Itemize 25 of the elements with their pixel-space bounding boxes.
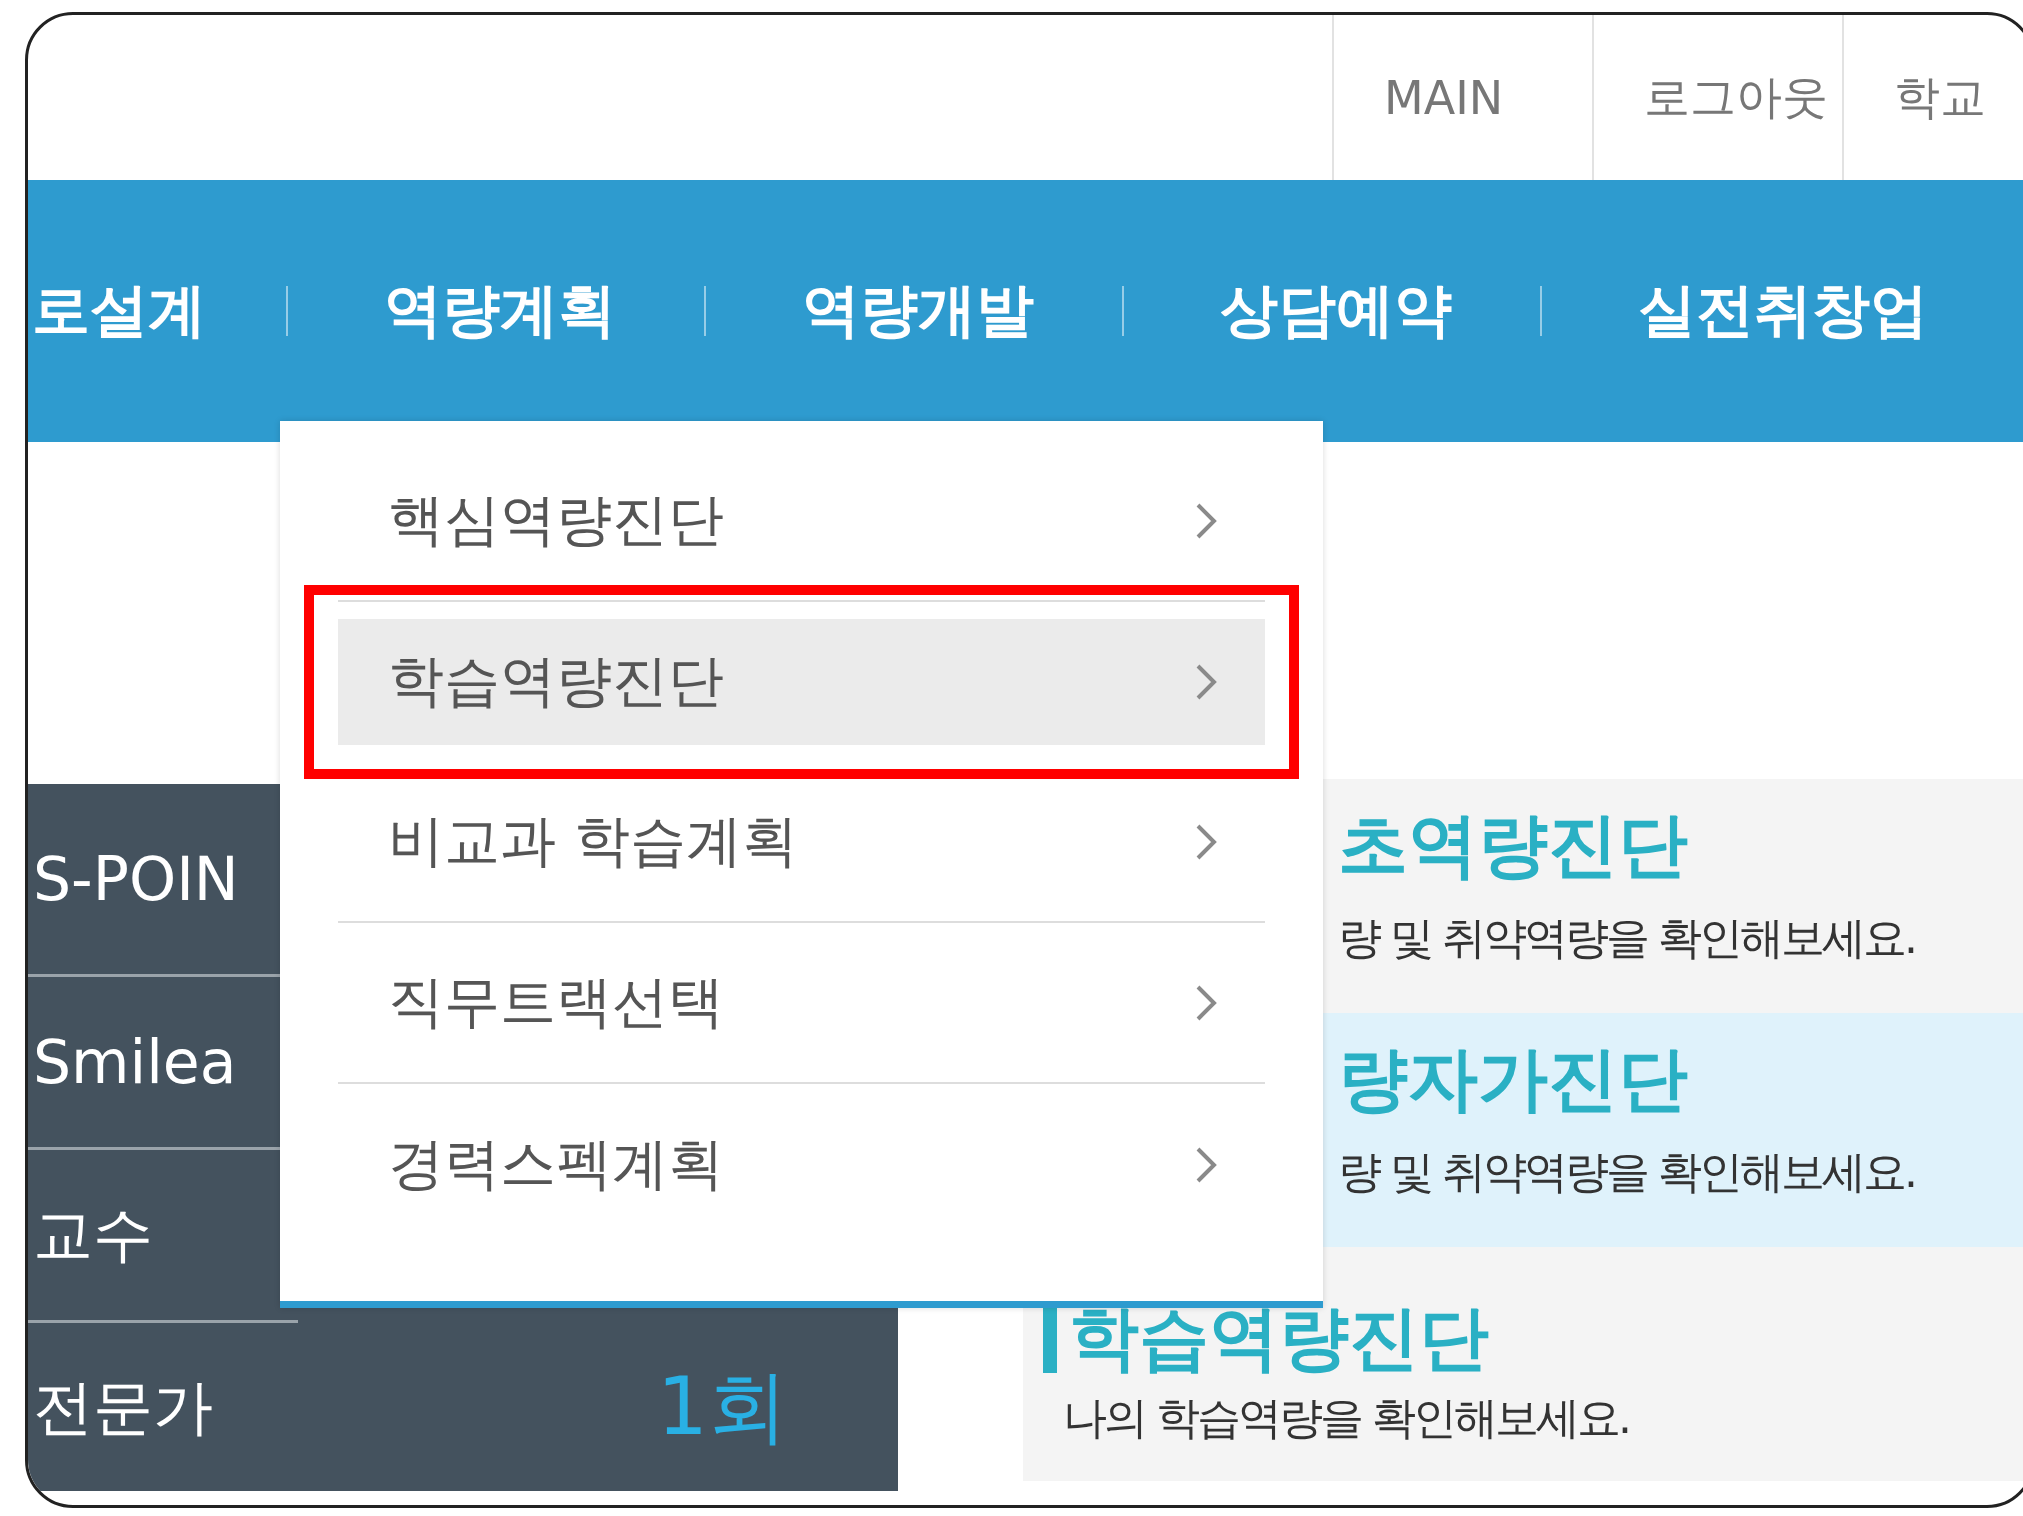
stat-label: Smilea xyxy=(33,1027,237,1097)
stat-label: 교수 xyxy=(33,1197,153,1271)
stat-label: S-POIN xyxy=(33,844,239,914)
card-description: 량 및 취약역량을 확인해보세요. xyxy=(1338,1145,1916,1199)
nav-item[interactable]: 역량계획 xyxy=(288,272,704,350)
card-description: 나의 학습역량을 확인해보세요. xyxy=(1063,1391,1630,1445)
nav-item[interactable]: 로설계 xyxy=(28,272,286,350)
card-description: 량 및 취약역량을 확인해보세요. xyxy=(1338,911,1916,965)
menu-item[interactable]: 경력스펙계획 xyxy=(338,1084,1265,1245)
menu-item[interactable]: 직무트랙선택 xyxy=(338,923,1265,1084)
menu-item[interactable]: 학습역량진단 xyxy=(338,619,1265,745)
chevron-right-icon xyxy=(1195,501,1217,540)
menu-item[interactable]: 비교과 학습계획 xyxy=(338,762,1265,923)
stat-value: 1회 xyxy=(657,1359,788,1455)
chevron-right-icon xyxy=(1195,983,1217,1022)
menu-item[interactable]: 핵심역량진단 xyxy=(338,441,1265,602)
nav-item[interactable]: 실전취창업 xyxy=(1542,272,2016,350)
chevron-right-icon xyxy=(1195,663,1217,701)
stat-label: 전문가 xyxy=(33,1370,213,1444)
card-title[interactable]: 초역량진단 xyxy=(1338,799,2023,893)
chevron-right-icon xyxy=(1195,822,1217,861)
nav-item[interactable]: 역량개발 xyxy=(706,272,1122,350)
card-title[interactable]: 량자가진단 xyxy=(1338,1033,2023,1127)
chevron-right-icon xyxy=(1195,1145,1217,1184)
nav-item[interactable]: 상담예약 xyxy=(1124,272,1540,350)
